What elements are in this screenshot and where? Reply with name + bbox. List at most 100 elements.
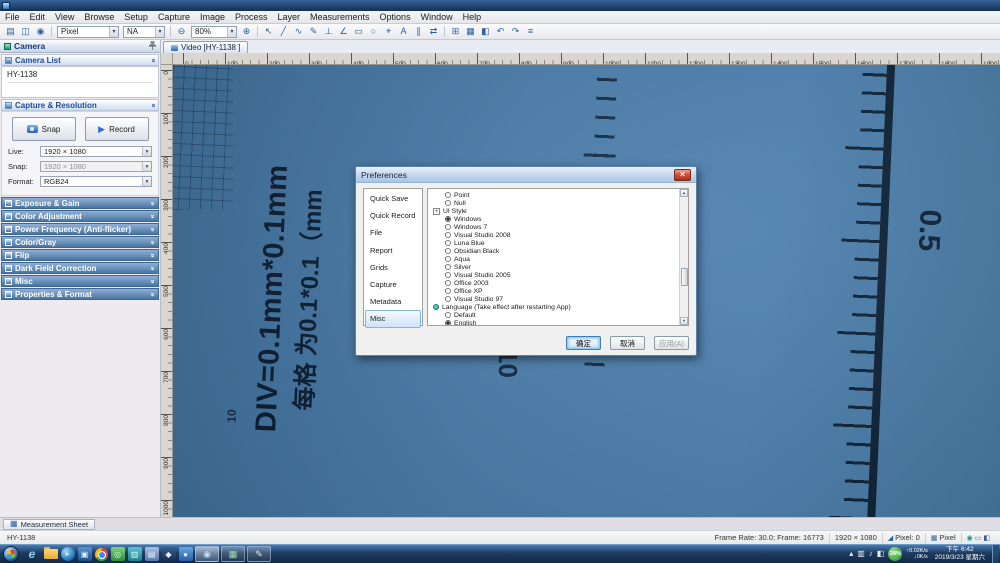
preferences-nav-item[interactable]: Grids [365, 259, 421, 276]
option-radio-icon[interactable] [445, 280, 451, 286]
chevron-down-icon[interactable]: « [150, 266, 157, 270]
preferences-option-row[interactable]: Silver [431, 263, 688, 271]
preferences-option-row[interactable]: Office XP [431, 287, 688, 295]
record-button[interactable]: ▶ Record [84, 117, 149, 141]
preferences-option-row[interactable]: English [431, 319, 688, 325]
menu-item[interactable]: Browse [79, 11, 119, 24]
settings-icon[interactable]: ≡ [523, 25, 538, 38]
chevron-down-icon[interactable]: ▾ [142, 162, 151, 171]
chevron-down-icon[interactable]: « [150, 253, 157, 257]
option-radio-icon[interactable] [445, 320, 451, 325]
preferences-nav-item[interactable]: Quick Record [365, 207, 421, 224]
preferences-option-row[interactable]: Default [431, 311, 688, 319]
menu-item[interactable]: View [50, 11, 79, 24]
running-app-button[interactable]: ◉ [195, 546, 219, 562]
chevron-down-icon[interactable]: ▾ [227, 26, 236, 37]
histogram-icon[interactable]: ◧ [983, 534, 990, 542]
pin-icon[interactable] [149, 40, 156, 52]
menu-item[interactable]: Measurements [305, 11, 375, 24]
preferences-nav-item[interactable]: Report [365, 242, 421, 259]
chevron-down-icon[interactable]: ▾ [109, 26, 118, 37]
unit-combo[interactable]: Pixel ▾ [57, 25, 119, 38]
measurement-sheet-tab[interactable]: ▦ Measurement Sheet [3, 518, 96, 530]
section-header-collapsed[interactable]: Properties & Format « [1, 288, 159, 300]
chevron-down-icon[interactable]: « [150, 201, 157, 205]
preferences-option-row[interactable]: Point [431, 191, 688, 199]
section-header-collapsed[interactable]: Exposure & Gain « [1, 197, 159, 209]
app-blue-icon[interactable]: ▣ [77, 547, 92, 561]
option-radio-icon[interactable] [445, 216, 451, 222]
section-header-collapsed[interactable]: Dark Field Correction « [1, 262, 159, 274]
camera-panel-header[interactable]: Camera [0, 40, 160, 53]
magnifier-icon[interactable]: ◉ [967, 534, 973, 542]
section-header-collapsed[interactable]: Flip « [1, 249, 159, 261]
close-icon[interactable]: ✕ [674, 168, 691, 181]
option-radio-icon[interactable] [445, 248, 451, 254]
section-header-camera-list[interactable]: Camera List « [1, 54, 159, 66]
chevron-down-icon[interactable]: « [150, 292, 157, 296]
snap-button[interactable]: Snap [11, 117, 76, 141]
folder-icon[interactable] [43, 547, 58, 559]
scroll-down-icon[interactable]: ▾ [680, 317, 688, 325]
save-icon[interactable]: ◫ [18, 25, 33, 38]
section-header-collapsed[interactable]: Misc « [1, 275, 159, 287]
dialog-button[interactable]: 确定 [566, 336, 601, 350]
chevron-up-icon[interactable]: « [150, 58, 157, 62]
video-tab[interactable]: Video [HY-1138 ] [163, 41, 249, 53]
scroll-up-icon[interactable]: ▴ [680, 189, 688, 197]
menu-item[interactable]: Capture [153, 11, 195, 24]
point-tool-icon[interactable]: ⌖ [381, 25, 396, 38]
chevron-down-icon[interactable]: « [150, 214, 157, 218]
polyline-tool-icon[interactable]: ∿ [291, 25, 306, 38]
camera-utility-icon[interactable]: ◎ [110, 547, 125, 561]
option-radio-icon[interactable] [445, 296, 451, 302]
option-radio-icon[interactable] [445, 272, 451, 278]
preferences-option-row[interactable]: Visual Studio 2008 [431, 231, 688, 239]
section-header-collapsed[interactable]: Color Adjustment « [1, 210, 159, 222]
preferences-option-row[interactable]: Visual Studio 2005 [431, 271, 688, 279]
network-icon[interactable]: ▥ [857, 549, 865, 559]
option-radio-icon[interactable] [445, 200, 451, 206]
option-radio-icon[interactable] [433, 304, 439, 310]
scrollbar-thumb[interactable] [680, 267, 688, 286]
hidden-icons-arrow[interactable]: ▴ [849, 549, 853, 559]
camera-list-item[interactable]: HY-1138 [7, 69, 153, 83]
preferences-option-row[interactable]: Language (Take effect after restarting A… [431, 303, 688, 311]
chevron-down-icon[interactable]: « [150, 279, 157, 283]
menu-item[interactable]: Help [458, 11, 487, 24]
option-radio-icon[interactable] [445, 224, 451, 230]
angle-tool-icon[interactable]: ∠ [336, 25, 351, 38]
chevron-down-icon[interactable]: ▾ [142, 147, 151, 156]
taskbar-clock[interactable]: 下午 6:42 2019/3/23 星期六 [932, 546, 988, 562]
dialog-button[interactable]: 取消 [610, 336, 645, 350]
app-azure-icon[interactable]: ● [178, 547, 193, 561]
option-radio-icon[interactable] [445, 312, 451, 318]
chevron-up-icon[interactable]: « [150, 103, 157, 107]
redo-icon[interactable]: ↷ [508, 25, 523, 38]
internet-explorer-icon[interactable]: e [24, 547, 41, 562]
undo-icon[interactable]: ↶ [493, 25, 508, 38]
dialog-titlebar[interactable]: Preferences ✕ [356, 167, 696, 183]
option-radio-icon[interactable] [445, 192, 451, 198]
preferences-nav-item[interactable]: Capture [365, 276, 421, 293]
zoom-out-icon[interactable]: ⊖ [174, 25, 189, 38]
window-titlebar[interactable] [0, 0, 1000, 11]
section-header-collapsed[interactable]: Power Frequency (Anti-flicker) « [1, 223, 159, 235]
preferences-option-row[interactable]: Aqua [431, 255, 688, 263]
zoom-in-icon[interactable]: ⊕ [239, 25, 254, 38]
chevron-down-icon[interactable]: « [150, 227, 157, 231]
capture-field-combo[interactable]: 1920 × 1080 ▾ [40, 146, 152, 157]
action-center-icon[interactable]: ◧ [877, 549, 885, 559]
preferences-option-row[interactable]: Windows [431, 215, 688, 223]
pencil-tool-icon[interactable]: ✎ [306, 25, 321, 38]
media-player-icon[interactable]: ▸ [60, 547, 75, 561]
option-radio-icon[interactable] [445, 288, 451, 294]
preferences-option-row[interactable]: Office 2003 [431, 279, 688, 287]
menu-item[interactable]: Window [416, 11, 458, 24]
option-radio-icon[interactable] [445, 264, 451, 270]
section-header-collapsed[interactable]: Color/Gray « [1, 236, 159, 248]
capture-field-combo[interactable]: RGB24 ▾ [40, 176, 152, 187]
line-tool-icon[interactable]: ╱ [276, 25, 291, 38]
running-app-button[interactable]: ▦ [221, 546, 245, 562]
monitor-icon[interactable]: ▭ [975, 534, 982, 542]
